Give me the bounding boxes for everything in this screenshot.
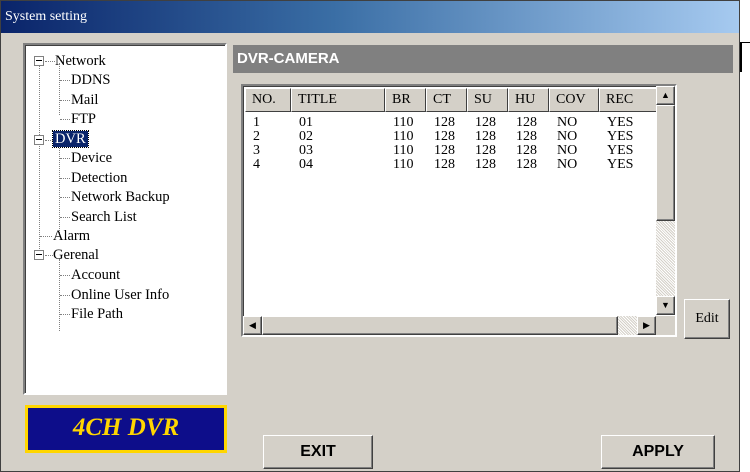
cell-br: 110: [393, 143, 414, 158]
window-title: System setting: [5, 9, 88, 24]
column-header-su[interactable]: SU: [467, 88, 508, 112]
cell-su: 128: [475, 129, 496, 144]
column-header-hu[interactable]: HU: [508, 88, 549, 112]
cell-ct: 128: [434, 129, 455, 144]
cell-cov: NO: [557, 157, 578, 172]
vertical-scrollbar[interactable]: ▲ ▼: [656, 86, 675, 315]
cell-no: 4: [253, 157, 260, 172]
tree-connector: [59, 141, 60, 233]
settings-tree: Network DDNS Mail FTP DVR Device Detecti…: [23, 43, 227, 395]
cell-no: 2: [253, 129, 260, 144]
horizontal-scroll-thumb[interactable]: [262, 316, 618, 335]
scroll-up-arrow-icon[interactable]: ▲: [656, 86, 675, 105]
cell-hu: 128: [516, 157, 537, 172]
exit-button[interactable]: EXIT: [263, 435, 373, 469]
cell-rec: YES: [607, 115, 634, 130]
cell-rec: YES: [607, 157, 634, 172]
column-header-title[interactable]: TITLE: [291, 88, 385, 112]
cell-title: 01: [299, 115, 313, 130]
tree-item-dvr-label: DVR: [52, 130, 89, 148]
cell-rec: YES: [607, 129, 634, 144]
column-header-no[interactable]: NO.: [245, 88, 291, 112]
tree-item-detection[interactable]: Detection: [71, 168, 127, 188]
cell-ct: 128: [434, 157, 455, 172]
tree-item-network[interactable]: Network: [55, 51, 106, 71]
tree-connector: [39, 63, 40, 253]
cell-title: 02: [299, 129, 313, 144]
tree-connector: [45, 140, 53, 141]
column-header-br[interactable]: BR: [385, 88, 426, 112]
tree-connector: [60, 217, 70, 218]
tree-item-device[interactable]: Device: [71, 148, 112, 168]
cell-hu: 128: [516, 115, 537, 130]
tree-connector: [45, 61, 55, 62]
background-window-edge: [740, 42, 750, 72]
tree-item-dvr[interactable]: DVR: [52, 129, 89, 149]
content-header: DVR-CAMERA: [233, 45, 733, 73]
tree-item-alarm[interactable]: Alarm: [53, 226, 90, 246]
cell-su: 128: [475, 143, 496, 158]
vertical-scroll-thumb[interactable]: [656, 105, 675, 221]
tree-connector: [60, 158, 70, 159]
tree-connector: [60, 197, 70, 198]
collapse-gerenal-toggle[interactable]: [34, 250, 44, 260]
cell-br: 110: [393, 129, 414, 144]
collapse-dvr-toggle[interactable]: [34, 135, 44, 145]
camera-list[interactable]: NO. TITLE BR CT SU HU COV REC 1 01 110 1…: [241, 84, 677, 337]
tree-item-gerenal[interactable]: Gerenal: [53, 245, 99, 265]
tree-connector: [60, 100, 70, 101]
cell-cov: NO: [557, 115, 578, 130]
tree-item-account[interactable]: Account: [71, 265, 120, 285]
cell-br: 110: [393, 157, 414, 172]
scroll-right-arrow-icon[interactable]: ▶: [637, 316, 656, 335]
system-setting-window: System setting Network DDNS Mail FTP DVR…: [0, 0, 740, 472]
tree-connector: [40, 236, 52, 237]
column-header-rec[interactable]: REC: [599, 88, 659, 112]
scrollbar-corner: [656, 316, 675, 335]
tree-connector: [45, 255, 53, 256]
tree-item-search-list[interactable]: Search List: [71, 207, 137, 227]
tree-connector: [60, 178, 70, 179]
scroll-down-arrow-icon[interactable]: ▼: [656, 296, 675, 315]
window-titlebar[interactable]: System setting: [1, 1, 739, 33]
column-header-cov[interactable]: COV: [549, 88, 599, 112]
cell-ct: 128: [434, 143, 455, 158]
column-header-ct[interactable]: CT: [426, 88, 467, 112]
tree-connector: [60, 80, 70, 81]
cell-hu: 128: [516, 143, 537, 158]
cell-cov: NO: [557, 129, 578, 144]
scroll-left-arrow-icon[interactable]: ◀: [243, 316, 262, 335]
tree-item-ddns[interactable]: DDNS: [71, 70, 110, 90]
tree-item-ftp[interactable]: FTP: [71, 109, 96, 129]
tree-item-file-path[interactable]: File Path: [71, 304, 123, 324]
cell-no: 3: [253, 143, 260, 158]
horizontal-scrollbar[interactable]: ◀ ▶: [243, 316, 656, 335]
tree-item-mail[interactable]: Mail: [71, 90, 98, 110]
cell-su: 128: [475, 115, 496, 130]
cell-br: 110: [393, 115, 414, 130]
cell-su: 128: [475, 157, 496, 172]
cell-cov: NO: [557, 143, 578, 158]
apply-button[interactable]: APPLY: [601, 435, 715, 469]
cell-ct: 128: [434, 115, 455, 130]
edit-button[interactable]: Edit: [684, 299, 730, 339]
tree-connector: [60, 275, 70, 276]
collapse-network-toggle[interactable]: [34, 56, 44, 66]
cell-title: 04: [299, 157, 313, 172]
tree-connector: [60, 314, 70, 315]
tree-item-online-user-info[interactable]: Online User Info: [71, 285, 169, 305]
product-logo: 4CH DVR: [25, 405, 227, 453]
cell-hu: 128: [516, 129, 537, 144]
cell-rec: YES: [607, 143, 634, 158]
tree-item-network-backup[interactable]: Network Backup: [71, 187, 170, 207]
cell-no: 1: [253, 115, 260, 130]
tree-connector: [60, 295, 70, 296]
cell-title: 03: [299, 143, 313, 158]
tree-connector: [60, 119, 70, 120]
